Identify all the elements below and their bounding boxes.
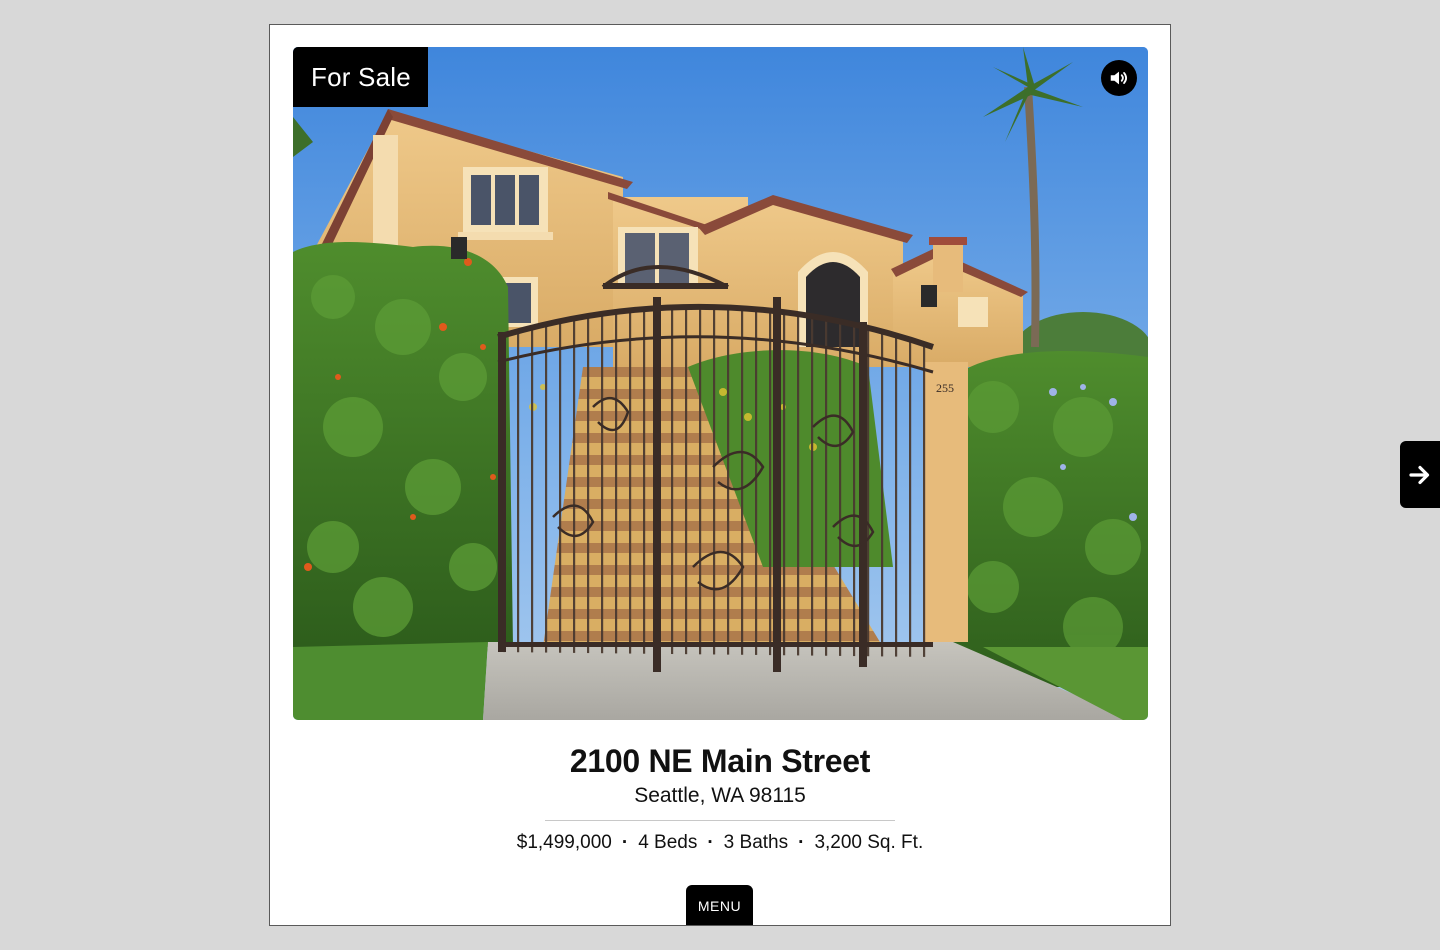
listing-city-state-zip: Seattle, WA 98115 xyxy=(634,784,806,807)
property-photo: 255 xyxy=(293,47,1148,720)
listing-area: 3,200 Sq. Ft. xyxy=(814,832,924,853)
menu-button[interactable]: MENU xyxy=(686,885,753,925)
listing-baths: 3 Baths xyxy=(723,832,789,853)
listing-price: $1,499,000 xyxy=(516,832,612,853)
sound-toggle-button[interactable] xyxy=(1101,60,1137,96)
property-media[interactable]: 255 For Sale xyxy=(293,47,1148,720)
next-button[interactable] xyxy=(1400,441,1440,508)
for-sale-badge: For Sale xyxy=(293,47,428,107)
listing-beds: 4 Beds xyxy=(638,832,698,853)
listing-address: 2100 NE Main Street xyxy=(569,743,871,779)
info-divider xyxy=(545,820,895,821)
fact-separator: · xyxy=(707,832,714,853)
listing-card: 255 For Sale 2100 NE Main Street Seattle… xyxy=(269,24,1171,926)
arrow-right-icon xyxy=(1409,465,1430,484)
listing-facts: $1,499,000 · 4 Beds · 3 Baths · 3,200 Sq… xyxy=(270,831,1170,855)
fact-separator: · xyxy=(621,832,629,853)
house-number: 255 xyxy=(936,381,954,395)
fact-separator: · xyxy=(798,832,805,853)
listing-info: 2100 NE Main Street Seattle, WA 98115 $1… xyxy=(270,741,1170,855)
speaker-volume-icon xyxy=(1110,71,1128,85)
